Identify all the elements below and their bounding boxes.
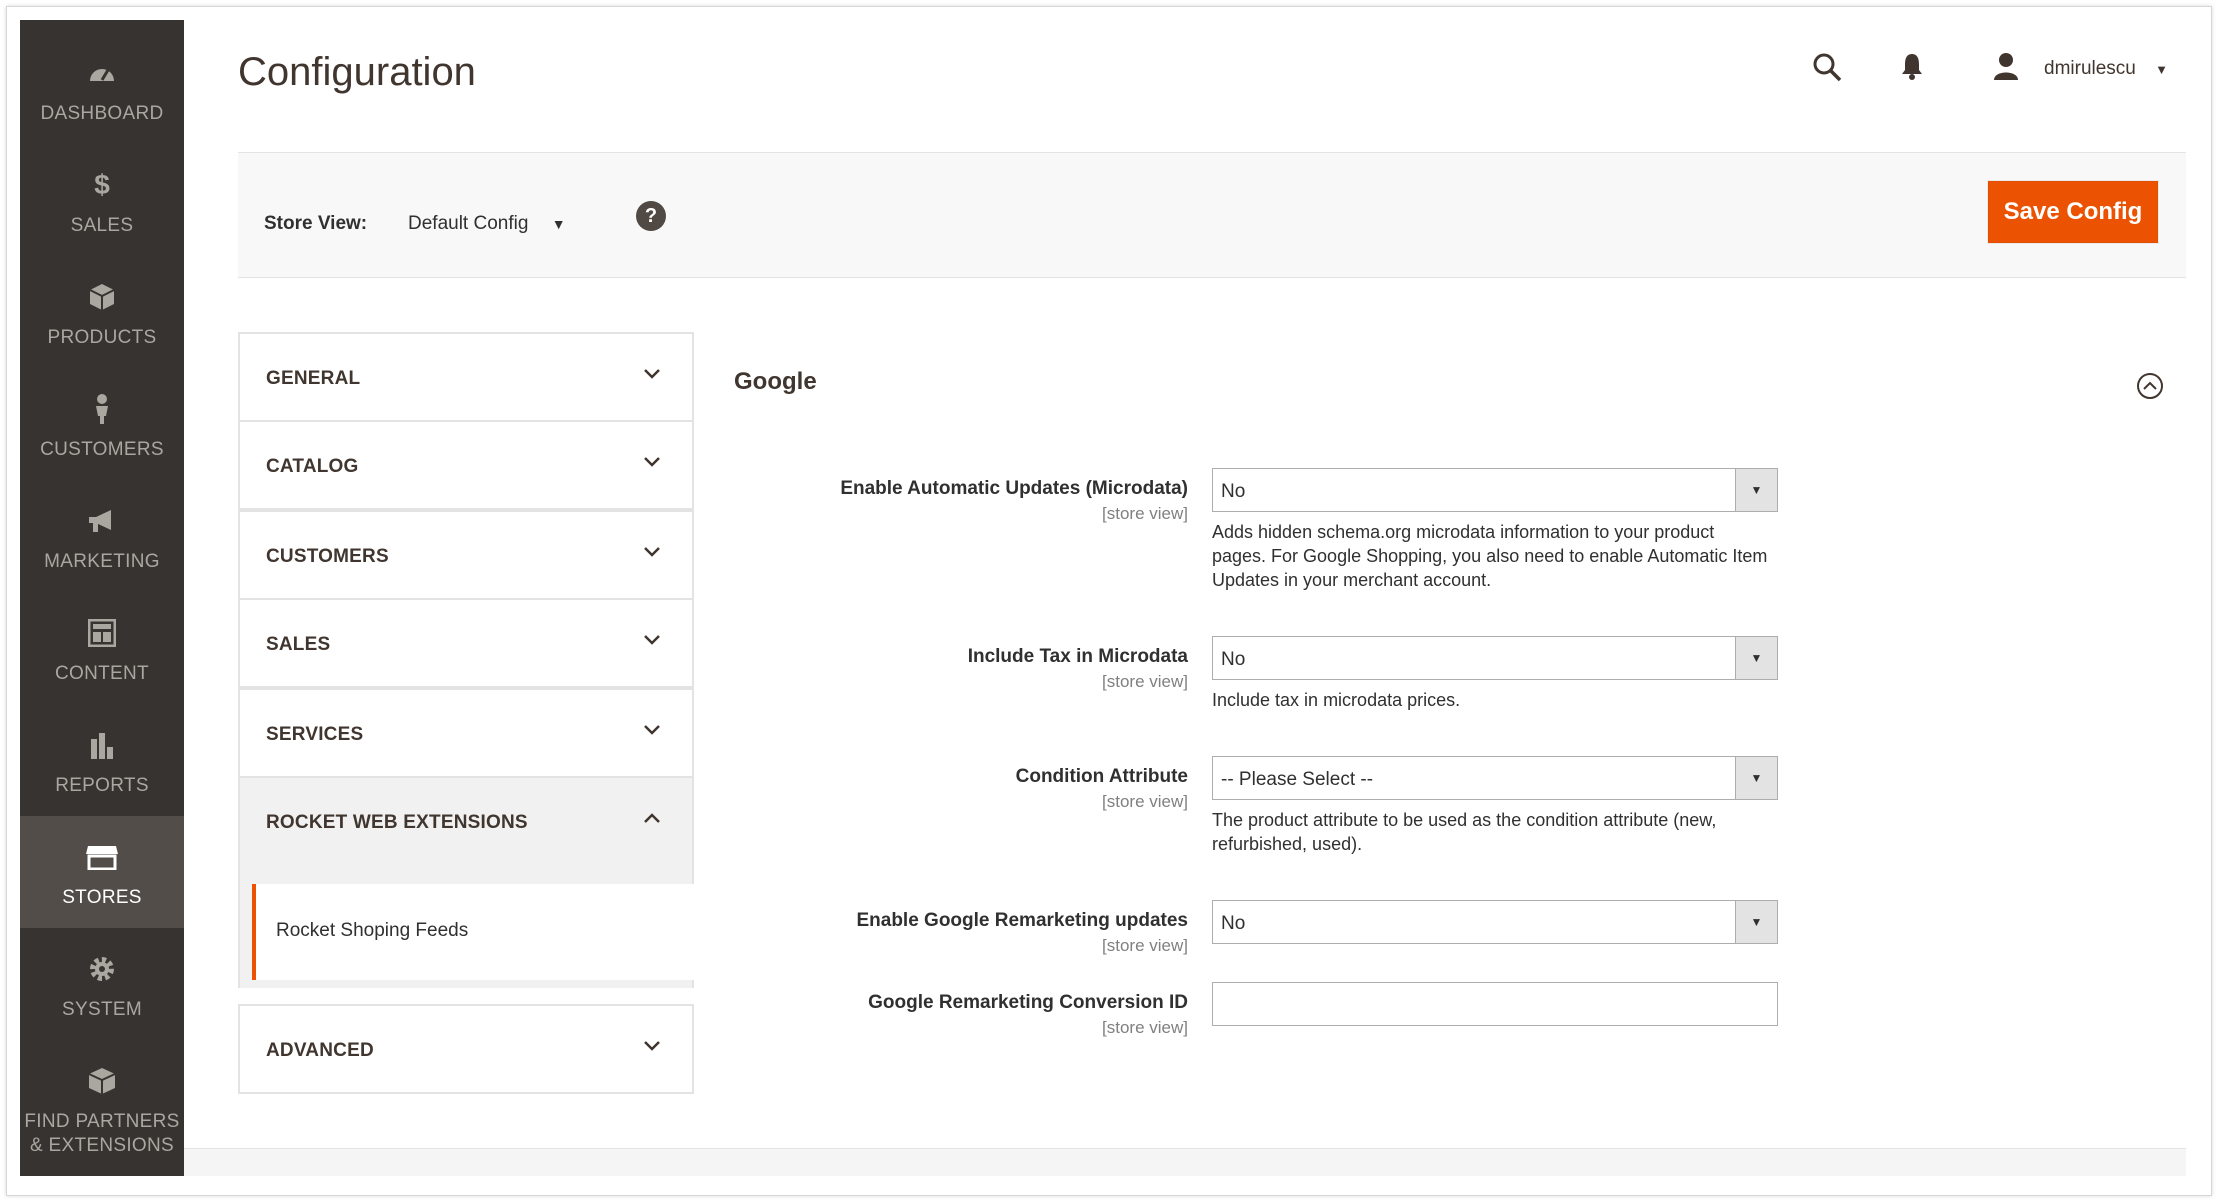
nav-dashboard-label: DASHBOARD [40, 103, 164, 124]
tab-general[interactable]: GENERAL [238, 332, 694, 422]
tab-label: CATALOG [266, 456, 359, 477]
box-icon [89, 282, 115, 312]
nav-marketing-label: MARKETING [44, 551, 160, 572]
chevron-down-icon: ▼ [2155, 62, 2169, 77]
notifications-bell-icon[interactable] [1900, 52, 1924, 85]
field-label-microdata: Enable Automatic Updates (Microdata) [840, 478, 1188, 499]
dashboard-icon [87, 58, 117, 88]
tab-label: SERVICES [266, 724, 364, 745]
include-tax-select[interactable]: No ▼ [1212, 636, 1778, 680]
scope-label: [store view] [1102, 792, 1188, 811]
nav-stores[interactable]: STORES [20, 816, 184, 928]
field-note: Include tax in microdata prices. [1212, 690, 1461, 710]
scope-label: [store view] [1102, 1018, 1188, 1037]
help-icon[interactable]: ? [636, 201, 666, 231]
tab-sales[interactable]: SALES [238, 598, 694, 688]
chevron-down-icon [644, 1041, 660, 1051]
conversion-id-input[interactable] [1212, 982, 1778, 1026]
chevron-down-icon [644, 725, 660, 735]
field-note: The product attribute to be used as the … [1212, 810, 1717, 854]
scope-label: [store view] [1102, 936, 1188, 955]
caret-down-icon: ▼ [551, 216, 566, 232]
user-avatar-icon[interactable] [1992, 52, 2020, 85]
enable-microdata-select[interactable]: No ▼ [1212, 468, 1778, 512]
page-footer [184, 1148, 2186, 1176]
dropdown-arrow-icon: ▼ [1735, 901, 1777, 943]
chevron-down-icon [644, 635, 660, 645]
subtab-rocket-shoping-feeds[interactable]: Rocket Shoping Feeds [252, 884, 694, 980]
collapse-section-icon[interactable] [2136, 372, 2164, 405]
nav-system[interactable]: SYSTEM [20, 916, 184, 1028]
nav-content-label: CONTENT [55, 663, 149, 684]
nav-system-label: SYSTEM [62, 999, 142, 1020]
cube-icon [87, 1066, 117, 1096]
user-menu[interactable]: dmirulescu ▼ [2044, 58, 2168, 80]
store-view-bar: Store View: Default Config ▼ ? Save Conf… [238, 152, 2186, 278]
tab-label: CUSTOMERS [266, 546, 389, 567]
tab-label: GENERAL [266, 368, 361, 389]
tab-label: ADVANCED [266, 1040, 374, 1061]
tab-catalog[interactable]: CATALOG [238, 420, 694, 510]
bar-chart-icon [89, 730, 115, 760]
nav-partners[interactable]: FIND PARTNERS & EXTENSIONS [20, 1028, 184, 1156]
tab-rocket-web-extensions[interactable]: ROCKET WEB EXTENSIONS [238, 776, 694, 866]
nav-sales[interactable]: $ SALES [20, 132, 184, 244]
field-note: Adds hidden schema.org microdata informa… [1212, 522, 1768, 590]
store-view-value: Default Config [408, 213, 529, 234]
nav-stores-label: STORES [62, 887, 142, 908]
field-label-condition-attribute: Condition Attribute [1015, 766, 1188, 787]
scope-label: [store view] [1102, 672, 1188, 691]
admin-sidebar: DASHBOARD $ SALES PRODUCTS CUSTOMERS MAR… [20, 20, 184, 1176]
gear-icon [87, 954, 117, 984]
layout-icon [88, 618, 116, 648]
scope-label: [store view] [1102, 504, 1188, 523]
google-remarketing-select[interactable]: No ▼ [1212, 900, 1778, 944]
nav-marketing[interactable]: MARKETING [20, 468, 184, 580]
nav-sales-label: SALES [70, 215, 134, 236]
search-icon[interactable] [1812, 52, 1842, 87]
tab-customers[interactable]: CUSTOMERS [238, 510, 694, 600]
nav-dashboard[interactable]: DASHBOARD [20, 20, 184, 132]
subtab-label: Rocket Shoping Feeds [276, 920, 469, 941]
select-value: No [1221, 913, 1246, 934]
megaphone-icon [87, 506, 117, 536]
select-value: No [1221, 649, 1246, 670]
nav-reports[interactable]: REPORTS [20, 692, 184, 804]
tab-services[interactable]: SERVICES [238, 688, 694, 778]
chevron-down-icon [644, 547, 660, 557]
store-view-label: Store View: [264, 213, 368, 234]
section-title: Google [734, 368, 817, 395]
nav-customers-label: CUSTOMERS [40, 439, 164, 460]
nav-customers[interactable]: CUSTOMERS [20, 356, 184, 468]
field-label-conversion-id: Google Remarketing Conversion ID [868, 992, 1188, 1013]
chevron-up-icon [644, 813, 660, 823]
storefront-icon [85, 842, 119, 872]
nav-content[interactable]: CONTENT [20, 580, 184, 692]
tab-advanced[interactable]: ADVANCED [238, 1004, 694, 1094]
tab-label: SALES [266, 634, 331, 655]
field-label-include-tax: Include Tax in Microdata [967, 646, 1188, 667]
dropdown-arrow-icon: ▼ [1735, 637, 1777, 679]
nav-products[interactable]: PRODUCTS [20, 244, 184, 356]
dropdown-arrow-icon: ▼ [1735, 469, 1777, 511]
nav-products-label: PRODUCTS [47, 327, 157, 348]
field-label-google-remarketing: Enable Google Remarketing updates [856, 910, 1188, 931]
select-value: No [1221, 481, 1246, 502]
dropdown-arrow-icon: ▼ [1735, 757, 1777, 799]
condition-attribute-select[interactable]: -- Please Select -- ▼ [1212, 756, 1778, 800]
nav-reports-label: REPORTS [55, 775, 149, 796]
store-view-switcher[interactable]: Default Config ▼ [408, 213, 566, 235]
username: dmirulescu [2044, 58, 2136, 79]
chevron-down-icon [644, 369, 660, 379]
chevron-down-icon [644, 457, 660, 467]
tab-label: ROCKET WEB EXTENSIONS [266, 812, 528, 833]
dollar-icon: $ [94, 169, 110, 200]
select-value: -- Please Select -- [1221, 769, 1374, 790]
page-title: Configuration [238, 50, 476, 94]
nav-partners-label: FIND PARTNERS & EXTENSIONS [24, 1111, 180, 1156]
save-config-button[interactable]: Save Config [1988, 181, 2158, 243]
person-icon [93, 394, 111, 424]
